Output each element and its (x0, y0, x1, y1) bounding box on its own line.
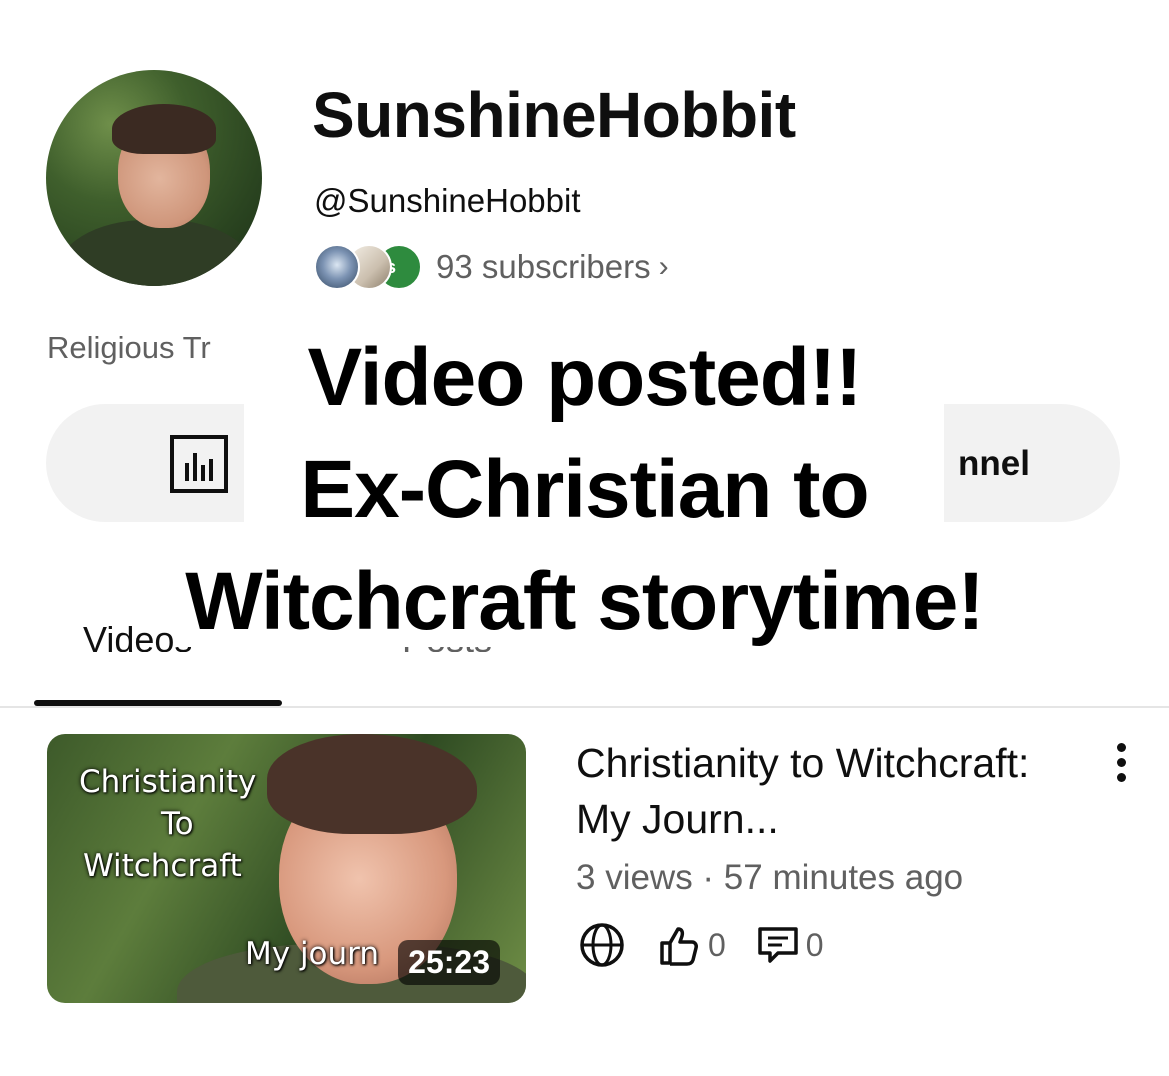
thumbnail-text: My journ (245, 936, 380, 972)
dot (1116, 743, 1126, 752)
avatar-shirt (56, 220, 256, 286)
tabs-divider (0, 706, 1169, 708)
subscriber-count: 93 subscribers (436, 248, 651, 285)
comment-icon[interactable] (754, 921, 802, 969)
channel-handle: @SunshineHobbit (314, 182, 581, 219)
comment-count: 0 (805, 926, 824, 963)
subscriber-avatars: s (314, 244, 422, 290)
more-options-button[interactable] (1100, 738, 1142, 788)
thumbnail-text: Christianity (79, 764, 257, 800)
caption-line-3: Witchcraft storytime! (173, 556, 996, 647)
dot (1116, 758, 1126, 767)
video-title[interactable]: Christianity to Witchcraft: My Journ... (576, 735, 1086, 847)
video-duration: 25:23 (398, 940, 500, 985)
video-meta: 3 views · 57 minutes ago (576, 858, 964, 897)
channel-avatar[interactable] (46, 70, 262, 286)
thumbnail-hair (267, 734, 477, 834)
dot (1116, 773, 1126, 782)
overlay-caption: Video posted!! Ex-Christian to Witchcraf… (0, 322, 1169, 658)
video-stats: 0 0 (578, 920, 852, 970)
thumbnail-text: To (161, 806, 194, 842)
video-thumbnail[interactable]: Christianity To Witchcraft My journ 25:2… (47, 734, 526, 1003)
like-count: 0 (708, 926, 726, 963)
caption-line-1: Video posted!! (295, 332, 874, 423)
caption-line-2: Ex-Christian to (288, 444, 881, 535)
avatar-hair (112, 104, 216, 154)
chevron-right-icon: › (658, 250, 669, 283)
thumbnail-text: Witchcraft (83, 848, 242, 884)
globe-icon (580, 923, 624, 967)
subscriber-avatar (314, 244, 360, 290)
channel-name: SunshineHobbit (312, 79, 796, 151)
subscribers-row[interactable]: s 93 subscribers › (314, 243, 669, 291)
thumbs-up-icon[interactable] (656, 921, 704, 969)
